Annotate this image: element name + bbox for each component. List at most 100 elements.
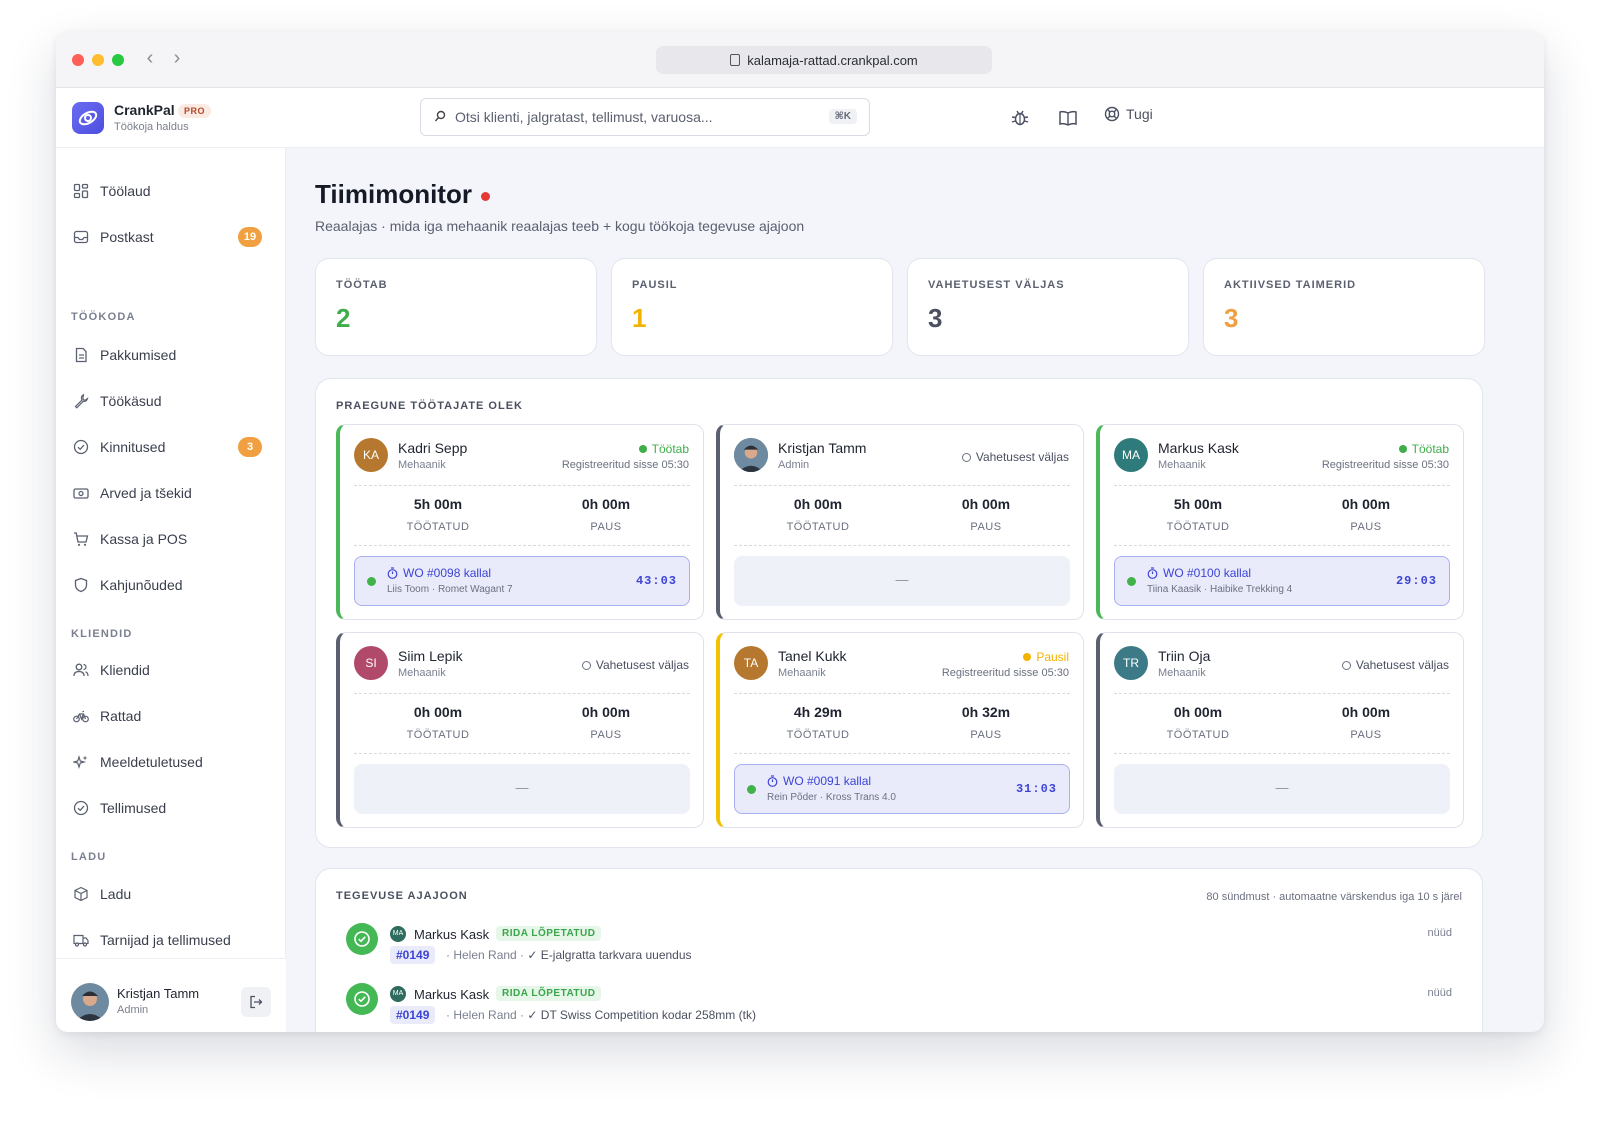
stat-value: 1 — [632, 303, 647, 333]
worker-card[interactable]: KA Kadri Sepp Mehaanik Töötab Registreeritud… — [336, 424, 704, 620]
job-title: WO #0100 kallal — [1147, 566, 1251, 580]
worker-card[interactable]: TR Triin Oja Mehaanik Vahetusest väljas 0h 0… — [1096, 632, 1464, 828]
check-circle-icon — [72, 799, 90, 817]
worked-value: 5h 00m — [1173, 496, 1223, 512]
worked-value: 4h 29m — [793, 704, 843, 720]
sidebar-item-tookasud[interactable]: Töökäsud — [72, 386, 262, 416]
maximize-window-button[interactable] — [112, 54, 124, 66]
no-active-job: — — [1114, 764, 1450, 814]
close-window-button[interactable] — [72, 54, 84, 66]
search-shortcut: ⌘K — [828, 109, 857, 124]
worked-value: 0h 00m — [1173, 704, 1223, 720]
main-content: Tiimimonitor Reaalajas · mida iga mehaan… — [286, 148, 1544, 1032]
sidebar-item-kliendid[interactable]: Kliendid — [72, 655, 262, 685]
status-label: Vahetusest väljas — [975, 450, 1069, 464]
divider — [1114, 485, 1450, 486]
bug-icon[interactable] — [1010, 108, 1030, 128]
avatar-initials: TA — [743, 656, 759, 670]
status-badge: Vahetusest väljas — [1341, 658, 1449, 672]
job-subtitle: Tiina Kaasik · Haibike Trekking 4 — [1147, 584, 1293, 595]
worker-role: Mehaanik — [398, 667, 446, 679]
no-active-job: — — [734, 556, 1070, 606]
check-circle-icon — [346, 923, 378, 955]
status-badge: Töötab — [638, 442, 689, 456]
document-icon — [72, 346, 90, 364]
users-icon — [72, 661, 90, 679]
sidebar-item-pakkumised[interactable]: Pakkumised — [72, 340, 262, 370]
sidebar-item-meeldetuletused[interactable]: Meeldetuletused — [72, 747, 262, 777]
event-user: Markus Kask — [414, 987, 490, 1002]
worked-metric: 0h 00m TÖÖTATUD — [354, 704, 522, 741]
event-customer: Helen Rand — [453, 1008, 517, 1022]
crankpal-logo-icon[interactable] — [72, 102, 104, 134]
worked-label: TÖÖTATUD — [406, 521, 470, 533]
sidebar-item-tarnijad[interactable]: Tarnijad ja tellimused — [72, 925, 262, 955]
sidebar-item-toolaud[interactable]: Töölaud — [72, 176, 262, 206]
stat-card: PAUSIL 1 — [611, 258, 893, 356]
stat-card: VAHETUSEST VÄLJAS 3 — [907, 258, 1189, 356]
activity-panel: TEGEVUSE AJAJOON 80 sündmust · automaatn… — [315, 868, 1483, 1032]
stat-card: TÖÖTAB 2 — [315, 258, 597, 356]
address-bar[interactable]: kalamaja-rattad.crankpal.com — [656, 46, 992, 74]
status-label: Pausil — [1036, 650, 1069, 664]
pause-value: 0h 00m — [581, 496, 631, 512]
sidebar-item-arved[interactable]: Arved ja tšekid — [72, 478, 262, 508]
active-job[interactable]: WO #0091 kallal Rein Põder · Kross Trans … — [734, 764, 1070, 814]
sidebar-item-label: Kliendid — [100, 662, 150, 678]
status-label: Töötab — [1411, 442, 1449, 456]
global-search[interactable]: ⌘K — [420, 98, 870, 136]
bike-icon — [72, 707, 90, 725]
avatar-initials: TR — [1123, 656, 1139, 670]
sidebar-item-kinnitused[interactable]: Kinnitused 3 — [72, 432, 262, 462]
worked-metric: 0h 00m TÖÖTATUD — [734, 496, 902, 533]
avatar[interactable] — [71, 983, 109, 1021]
pause-label: PAUS — [1350, 729, 1382, 741]
minimize-window-button[interactable] — [92, 54, 104, 66]
support-button[interactable]: Tugi — [1104, 106, 1153, 122]
sidebar-item-postkast[interactable]: Postkast 19 — [72, 222, 262, 252]
inbox-count-badge: 19 — [238, 227, 262, 247]
stopwatch-icon — [1147, 567, 1158, 579]
sidebar-section-title: LADU — [71, 851, 107, 863]
active-job[interactable]: WO #0098 kallal Liis Toom · Romet Wagant … — [354, 556, 690, 606]
back-arrow-icon[interactable]: ‹ — [140, 47, 160, 70]
workers-panel: PRAEGUNE TÖÖTAJATE OLEK KA Kadri Sepp Meha… — [315, 378, 1483, 848]
page-icon — [730, 54, 741, 66]
status-off-icon — [581, 660, 591, 670]
shield-icon — [72, 576, 90, 594]
avatar: MA — [390, 926, 406, 942]
worker-card[interactable]: MA Markus Kask Mehaanik Töötab Registreeritu… — [1096, 424, 1464, 620]
active-job[interactable]: WO #0100 kallal Tiina Kaasik · Haibike Tr… — [1114, 556, 1450, 606]
book-icon[interactable] — [1058, 108, 1078, 128]
pause-metric: 0h 00m PAUS — [1282, 704, 1450, 741]
forward-arrow-icon[interactable]: › — [167, 47, 187, 70]
work-order-link[interactable]: #0149 — [390, 946, 436, 964]
worker-name: Kadri Sepp — [398, 440, 468, 456]
event-type-badge: RIDA LÕPETATUD — [496, 926, 602, 941]
divider — [734, 485, 1070, 486]
sidebar-item-ladu[interactable]: Ladu — [72, 879, 262, 909]
stat-label: VAHETUSEST VÄLJAS — [928, 279, 1065, 291]
worker-card[interactable]: TA Tanel Kukk Mehaanik Pausil Registreeritud… — [716, 632, 1084, 828]
sidebar-item-rattad[interactable]: Rattad — [72, 701, 262, 731]
worker-card[interactable]: SI Siim Lepik Mehaanik Vahetusest väljas 0h … — [336, 632, 704, 828]
work-order-link[interactable]: #0149 — [390, 1006, 436, 1024]
logout-button[interactable] — [241, 987, 271, 1017]
sidebar-item-tellimused[interactable]: Tellimused — [72, 793, 262, 823]
event-description: · Helen Rand · ✓ DT Swiss Competition ko… — [446, 1008, 756, 1022]
stat-value: 3 — [1224, 303, 1239, 333]
avatar: TA — [734, 646, 768, 680]
sidebar-item-kassa[interactable]: Kassa ja POS — [72, 524, 262, 554]
divider — [734, 753, 1070, 754]
search-input[interactable] — [455, 107, 815, 127]
sidebar-section-title: TÖÖKODA — [71, 311, 136, 323]
sidebar-item-label: Tellimused — [100, 800, 167, 816]
pause-label: PAUS — [1350, 521, 1382, 533]
divider — [734, 693, 1070, 694]
sidebar-item-kahjunouded[interactable]: Kahjunõuded — [72, 570, 262, 600]
live-indicator — [481, 192, 490, 201]
avatar-initials: SI — [365, 656, 377, 670]
panel-title: TEGEVUSE AJAJOON — [336, 890, 468, 902]
worker-card[interactable]: Kristjan Tamm Admin Vahetusest väljas 0h 00… — [716, 424, 1084, 620]
sidebar: Töölaud Postkast 19 TÖÖKODA Pakkumised T… — [56, 148, 286, 1032]
